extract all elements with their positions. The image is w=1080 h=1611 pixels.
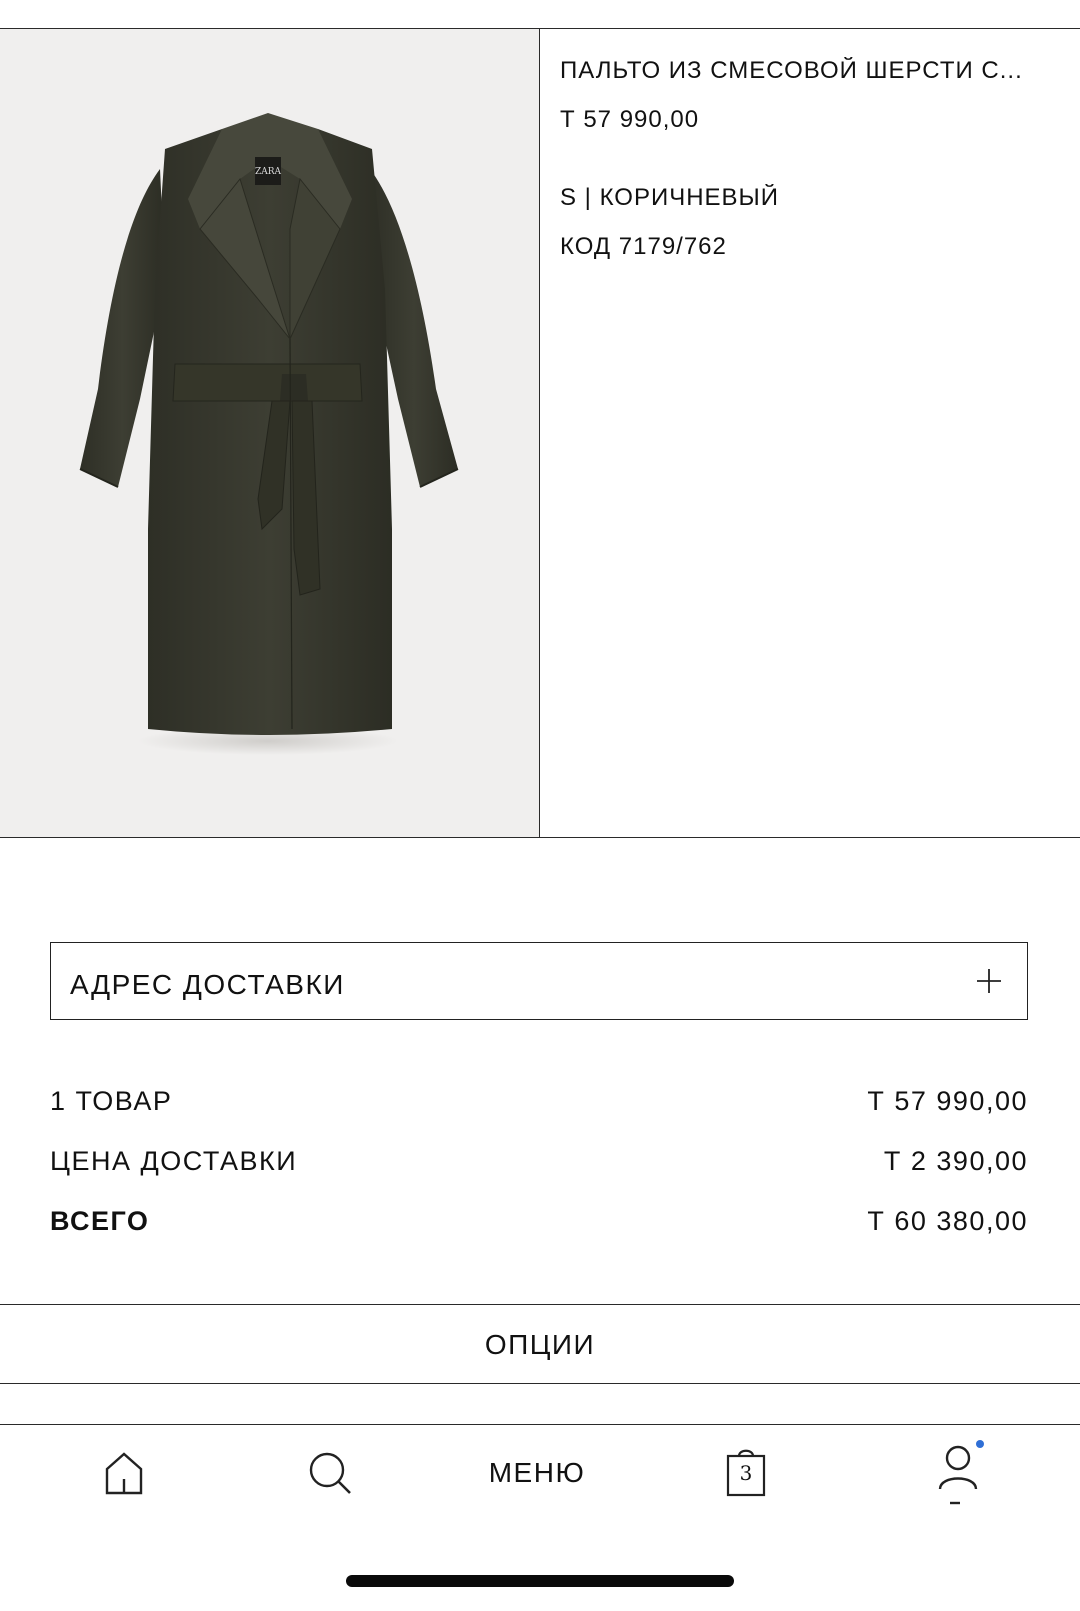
summary-shipping-row: ЦЕНА ДОСТАВКИ Т 2 390,00	[50, 1146, 1028, 1182]
product-price: Т 57 990,00	[560, 106, 700, 133]
options-button[interactable]: ОПЦИИ	[0, 1305, 1080, 1383]
nav-search[interactable]	[300, 1425, 360, 1525]
user-icon	[938, 1445, 978, 1505]
product-image[interactable]: ZARA	[0, 29, 539, 837]
card-divider	[539, 29, 540, 837]
nav-profile[interactable]	[930, 1425, 990, 1525]
summary-total-label: ВСЕГО	[50, 1206, 150, 1236]
product-code: КОД 7179/762	[560, 233, 727, 260]
brand-label: ZARA	[255, 167, 282, 177]
summary-items-label: 1 ТОВАР	[50, 1086, 173, 1116]
cart-count: 3	[739, 1461, 753, 1485]
nav-menu[interactable]: МЕНЮ	[467, 1425, 607, 1525]
home-icon	[105, 1452, 143, 1495]
summary-shipping-label: ЦЕНА ДОСТАВКИ	[50, 1146, 298, 1176]
home-indicator[interactable]	[346, 1575, 734, 1587]
product-title[interactable]: ПАЛЬТО ИЗ СМЕСОВОЙ ШЕРСТИ С...	[560, 57, 1065, 85]
cart-item[interactable]: ZARA ПАЛЬТО ИЗ СМЕСОВОЙ ШЕРСТИ С... Т 57…	[0, 29, 1080, 837]
menu-label: МЕНЮ	[488, 1457, 586, 1488]
coat-image: ZARA	[79, 113, 459, 755]
plus-icon	[977, 969, 1001, 993]
summary-total-row: ВСЕГО Т 60 380,00	[50, 1206, 1028, 1242]
delivery-address-button[interactable]: АДРЕС ДОСТАВКИ	[50, 942, 1028, 1020]
delivery-address-label: АДРЕС ДОСТАВКИ	[70, 969, 345, 1000]
product-variant: S | КОРИЧНЕВЫЙ	[560, 184, 780, 211]
summary-shipping-value: Т 2 390,00	[883, 1146, 1028, 1176]
notification-dot	[976, 1440, 984, 1448]
summary-items-value: Т 57 990,00	[867, 1086, 1028, 1116]
nav-home[interactable]	[94, 1425, 154, 1525]
summary-items-row: 1 ТОВАР Т 57 990,00	[50, 1086, 1028, 1122]
nav-cart[interactable]: 3	[726, 1425, 766, 1525]
options-bottom-divider	[0, 1383, 1080, 1384]
summary-total-value: Т 60 380,00	[867, 1206, 1028, 1236]
options-label: ОПЦИИ	[484, 1329, 596, 1360]
card-bottom-divider	[0, 837, 1080, 838]
search-icon	[309, 1452, 351, 1494]
bottom-nav: МЕНЮ 3	[0, 1425, 1080, 1525]
